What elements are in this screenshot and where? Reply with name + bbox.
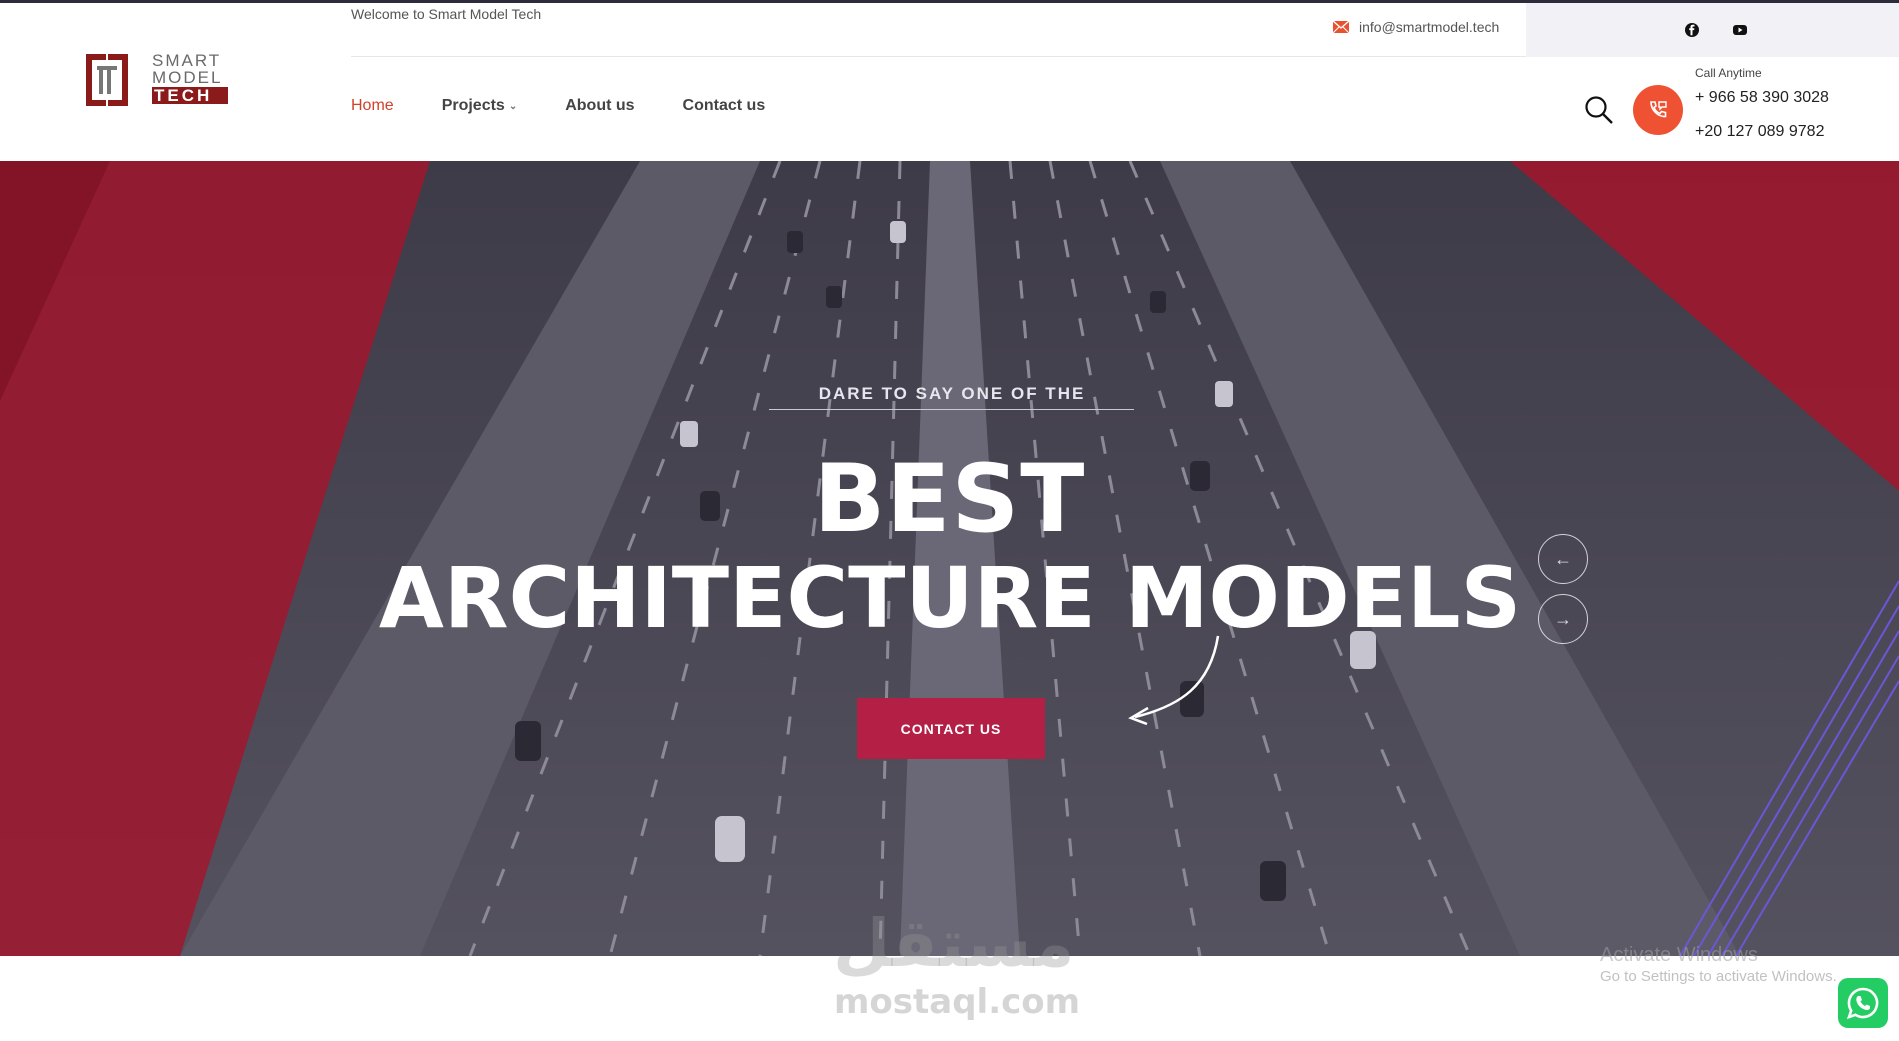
logo-line-smart: SMART [152, 51, 222, 70]
logo-mark-icon [86, 54, 128, 106]
phone-number-2[interactable]: +20 127 089 9782 [1695, 123, 1824, 141]
mail-icon [1333, 21, 1349, 33]
watermark-arabic: مستقل [833, 905, 1075, 982]
topbar-divider [351, 56, 1526, 57]
hero-eyebrow: DARE TO SAY ONE OF THE [818, 384, 1086, 403]
logo-line-model: MODEL [152, 68, 223, 87]
whatsapp-icon [1846, 987, 1879, 1020]
youtube-icon[interactable] [1732, 22, 1748, 38]
phone-number-1[interactable]: + 966 58 390 3028 [1695, 89, 1829, 107]
nav-label: Home [351, 97, 394, 114]
facebook-icon[interactable] [1684, 22, 1700, 38]
nav-item-contact[interactable]: Contact us [683, 97, 766, 115]
search-icon[interactable] [1584, 95, 1614, 125]
main-nav: Home Projects ⌄ About us Contact us [351, 97, 813, 115]
slider-next-button[interactable]: → [1538, 594, 1588, 644]
chevron-down-icon: ⌄ [508, 100, 518, 112]
logo-text: SMART MODEL TECH [152, 52, 232, 104]
nav-item-projects[interactable]: Projects ⌄ [442, 97, 518, 115]
nav-label: Contact us [682, 97, 766, 114]
activate-windows-title: Activate Windows [1600, 944, 1758, 966]
call-anytime-label: Call Anytime [1695, 66, 1762, 80]
arrow-right-icon: → [1554, 608, 1572, 629]
hero-headline-line1: BEST [813, 445, 1086, 554]
phone-button[interactable] [1633, 85, 1683, 135]
activate-windows-subtitle: Go to Settings to activate Windows. [1600, 968, 1837, 985]
watermark-site: mostaql.com [834, 982, 1081, 1022]
hero-headline-line2: ARCHITECTURE MODELS [378, 549, 1522, 647]
social-strip [1526, 3, 1899, 57]
whatsapp-button[interactable] [1838, 978, 1888, 1028]
phone-icon [1650, 101, 1667, 118]
logo-line-tech: TECH [152, 87, 228, 104]
nav-label: About us [565, 97, 635, 114]
hero-slider: DARE TO SAY ONE OF THE BEST ARCHITECTURE… [0, 161, 1899, 956]
page: Welcome to Smart Model Tech info@smartmo… [0, 0, 1899, 1041]
eyebrow-underline [769, 409, 1134, 410]
nav-label: Projects [441, 97, 505, 114]
contact-us-button[interactable]: CONTACT US [857, 698, 1045, 759]
email-text: info@smartmodel.tech [1359, 19, 1500, 35]
logo[interactable]: SMART MODEL TECH [84, 52, 234, 114]
nav-item-about[interactable]: About us [565, 97, 634, 115]
nav-item-home[interactable]: Home [351, 97, 394, 115]
email-link[interactable]: info@smartmodel.tech [1333, 19, 1499, 35]
arrow-left-icon: ← [1554, 548, 1572, 569]
welcome-text: Welcome to Smart Model Tech [351, 6, 542, 22]
slider-prev-button[interactable]: ← [1538, 534, 1588, 584]
